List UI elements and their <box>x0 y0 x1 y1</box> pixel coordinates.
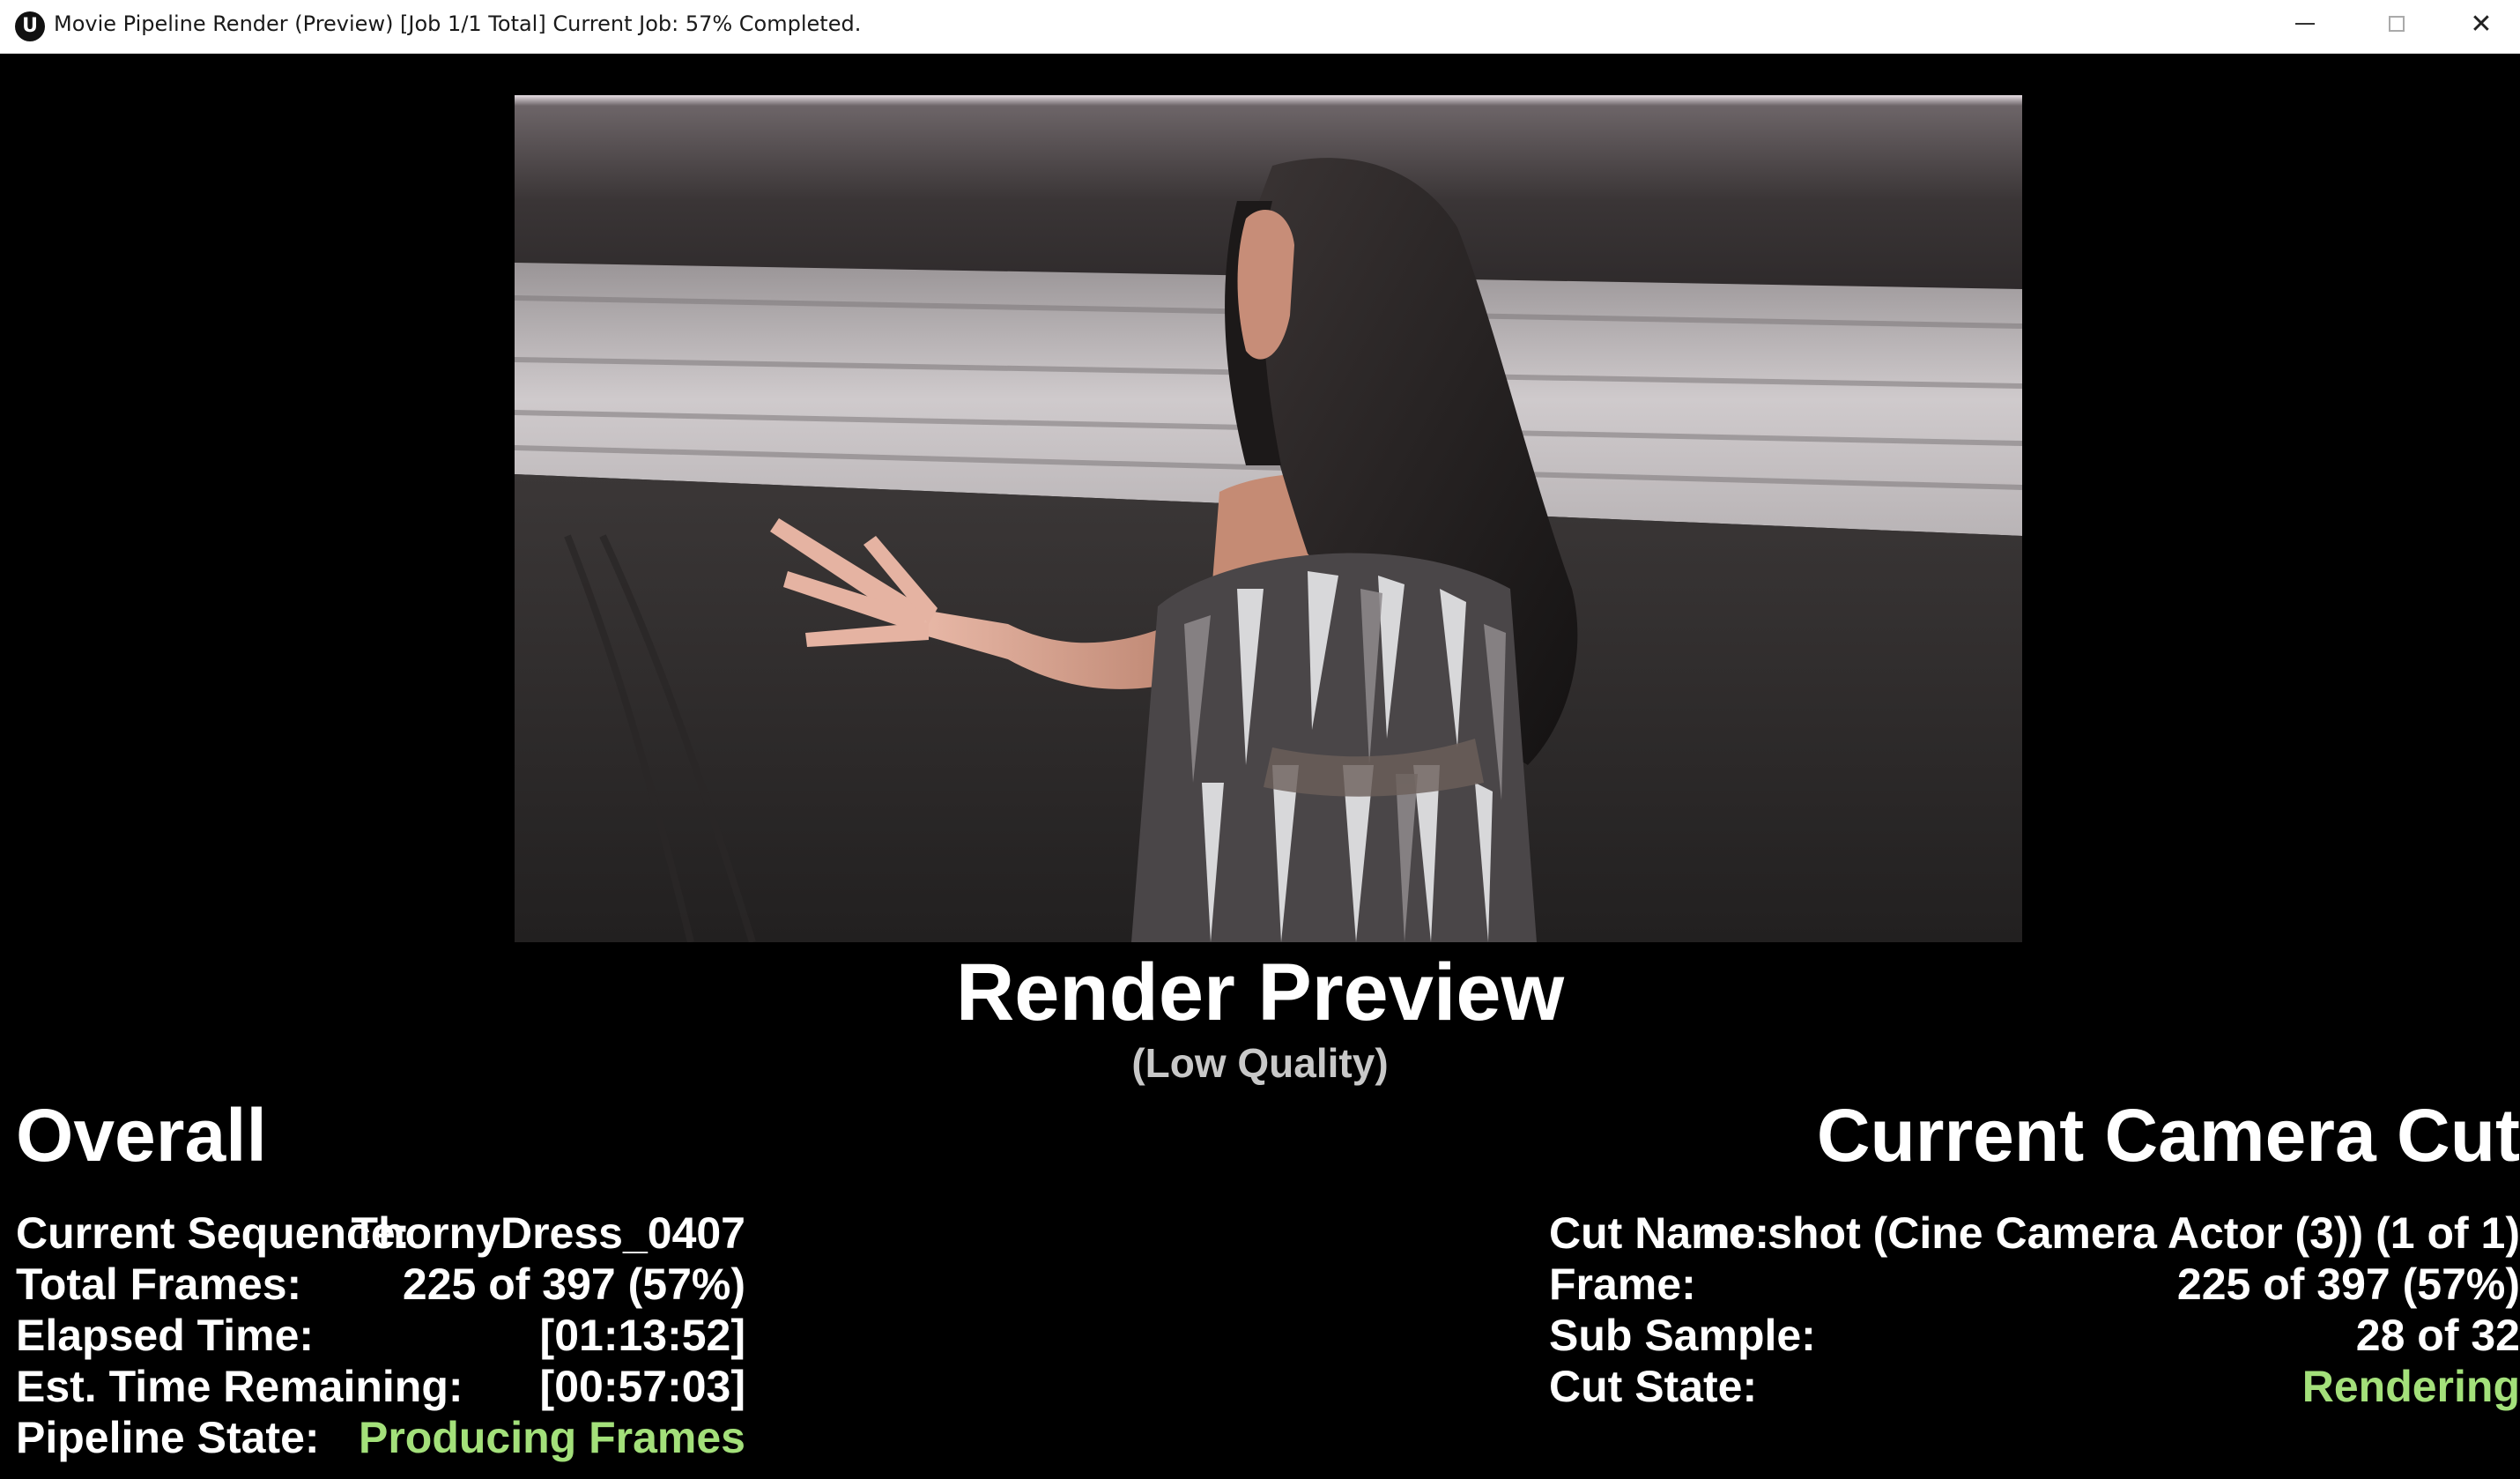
render-preview-quality: (Low Quality) <box>1131 1040 1389 1086</box>
stat-row-total-frames: Total Frames: 225 of 397 (57%) <box>16 1259 745 1310</box>
minimize-button[interactable] <box>2259 0 2351 48</box>
overall-heading: Overall <box>16 1094 267 1177</box>
close-button[interactable]: ✕ <box>2442 0 2520 48</box>
unreal-engine-logo-icon: U <box>15 11 45 41</box>
stat-row-sub-sample: Sub Sample: 28 of 32 <box>1549 1310 2520 1361</box>
overall-stats: Current Sequence: ThornyDress_0407 Total… <box>16 1208 745 1463</box>
stat-value: 225 of 397 (57%) <box>402 1260 745 1309</box>
stat-value: [00:57:03] <box>539 1362 745 1411</box>
stat-label: Pipeline State: <box>16 1413 320 1462</box>
maximize-icon <box>2389 16 2405 32</box>
pipeline-state-status: Producing Frames <box>359 1413 745 1462</box>
close-icon: ✕ <box>2470 8 2493 40</box>
stat-row-elapsed-time: Elapsed Time: [01:13:52] <box>16 1310 745 1361</box>
stat-row-frame: Frame: 225 of 397 (57%) <box>1549 1259 2520 1310</box>
stat-label: Est. Time Remaining: <box>16 1362 463 1411</box>
stat-value: ThornyDress_0407 <box>351 1208 745 1258</box>
stat-value: no shot (Cine Camera Actor (3)) (1 of 1) <box>1701 1208 2520 1258</box>
preview-frame-illustration <box>515 95 2022 942</box>
stat-value: 28 of 32 <box>2355 1311 2520 1360</box>
stat-value: [01:13:52] <box>539 1311 745 1360</box>
minimize-icon <box>2295 23 2315 25</box>
stat-label: Sub Sample: <box>1549 1311 1816 1360</box>
stat-row-cut-state: Cut State: Rendering <box>1549 1361 2520 1412</box>
camera-cut-heading: Current Camera Cut <box>1816 1094 2520 1177</box>
title-bar[interactable]: U Movie Pipeline Render (Preview) [Job 1… <box>0 0 2520 54</box>
stat-row-time-remaining: Est. Time Remaining: [00:57:03] <box>16 1361 745 1412</box>
render-preview-image <box>515 95 2022 942</box>
stat-label: Frame: <box>1549 1260 1696 1309</box>
stat-label: Total Frames: <box>16 1260 302 1309</box>
stat-row-current-sequence: Current Sequence: ThornyDress_0407 <box>16 1208 745 1259</box>
window-title: Movie Pipeline Render (Preview) [Job 1/1… <box>54 11 862 36</box>
render-window: U Movie Pipeline Render (Preview) [Job 1… <box>0 0 2520 1479</box>
stat-value: 225 of 397 (57%) <box>2176 1260 2520 1309</box>
stat-row-pipeline-state: Pipeline State: Producing Frames <box>16 1412 745 1463</box>
camera-cut-stats: Cut Name: no shot (Cine Camera Actor (3)… <box>1549 1208 2520 1412</box>
stat-label: Cut State: <box>1549 1362 1758 1411</box>
maximize-button[interactable] <box>2351 0 2442 48</box>
render-preview-title: Render Preview <box>955 948 1565 1037</box>
stat-row-cut-name: Cut Name: no shot (Cine Camera Actor (3)… <box>1549 1208 2520 1259</box>
stat-label: Elapsed Time: <box>16 1311 315 1360</box>
cut-state-status: Rendering <box>2301 1362 2520 1411</box>
